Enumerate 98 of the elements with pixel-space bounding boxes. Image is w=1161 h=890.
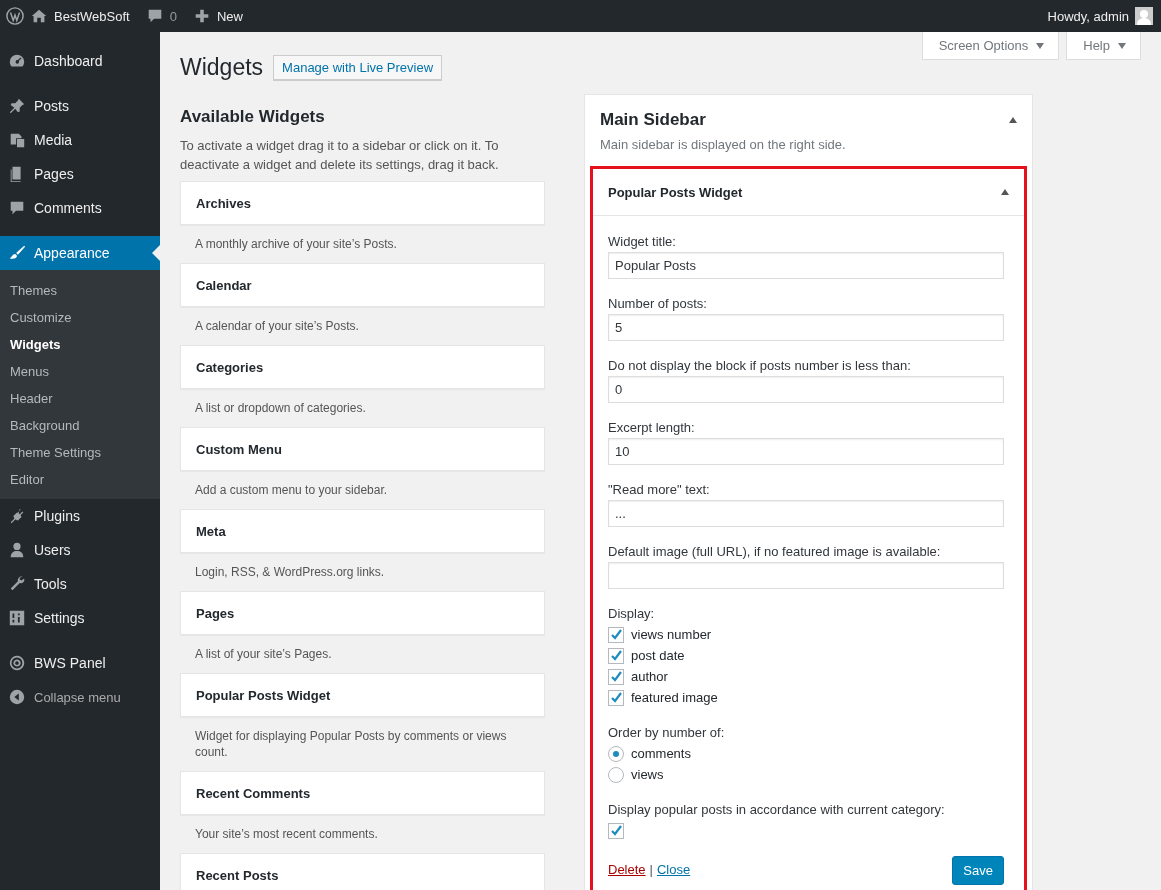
widget-item[interactable]: Categories bbox=[180, 345, 545, 389]
input-field[interactable]: 10 bbox=[608, 438, 1004, 465]
media-icon bbox=[8, 131, 26, 149]
field-label: Widget title: bbox=[608, 234, 677, 250]
submenu-item[interactable]: Header bbox=[0, 385, 160, 412]
option-label: comments bbox=[631, 746, 691, 761]
submenu-item[interactable]: Themes bbox=[0, 277, 160, 304]
collapse-menu[interactable]: Collapse menu bbox=[0, 680, 160, 714]
live-preview-button[interactable]: Manage with Live Preview bbox=[273, 54, 443, 80]
widget-item[interactable]: Calendar bbox=[180, 263, 545, 307]
menu-item[interactable]: Comments bbox=[0, 191, 160, 225]
menu-item[interactable]: Tools bbox=[0, 567, 160, 601]
field-label: Display: bbox=[608, 606, 656, 622]
checkbox[interactable] bbox=[608, 626, 624, 643]
close-link[interactable]: Close bbox=[656, 862, 691, 877]
menu-item[interactable]: Users bbox=[0, 533, 160, 567]
widget-description: Widget for displaying Popular Posts by comments or views count. bbox=[194, 728, 508, 760]
intro-text: To activate a widget drag it to a sidebar or click on it. To deactivate a widget and delete its settings, drag it back. bbox=[180, 137, 500, 174]
caret-icon bbox=[1036, 42, 1045, 49]
checkbox[interactable] bbox=[608, 689, 624, 706]
widget-description: A list of your site’s Pages. bbox=[194, 646, 333, 662]
user-icon bbox=[8, 541, 26, 559]
widget-description: A list or dropdown of categories. bbox=[194, 400, 367, 416]
menu-item[interactable]: Appearance bbox=[0, 236, 160, 270]
menu-item[interactable]: Posts bbox=[0, 89, 160, 123]
submenu-item[interactable]: Background bbox=[0, 412, 160, 439]
sidebar-description: Main sidebar is displayed on the right side. bbox=[599, 136, 847, 154]
option-label: views bbox=[631, 767, 664, 782]
widget-item[interactable]: Archives bbox=[180, 181, 545, 225]
field-label: "Read more" text: bbox=[608, 482, 711, 498]
widget-item[interactable]: Custom Menu bbox=[180, 427, 545, 471]
field-label: Display popular posts in accordance with current category: bbox=[608, 802, 946, 818]
plug-icon bbox=[8, 507, 26, 525]
brush-icon bbox=[8, 244, 26, 262]
comments-link[interactable]: 0 bbox=[145, 7, 177, 25]
radio-button[interactable] bbox=[608, 745, 624, 762]
widget-item[interactable]: Meta bbox=[180, 509, 545, 553]
section-heading: Available Widgets bbox=[180, 106, 326, 128]
sidebar-title: Main Sidebar bbox=[600, 109, 706, 131]
menu-item[interactable]: BWS Panel bbox=[0, 646, 160, 680]
collapse-arrow-icon[interactable] bbox=[1009, 117, 1017, 123]
screen-options-tab[interactable]: Screen Options bbox=[921, 32, 1060, 60]
menu-item[interactable]: Media bbox=[0, 123, 160, 157]
menu-item[interactable]: Dashboard bbox=[0, 44, 160, 78]
input-field[interactable]: 0 bbox=[608, 376, 1004, 403]
field-label: Order by number of: bbox=[608, 725, 726, 741]
collapse-arrow-icon[interactable] bbox=[1001, 189, 1009, 195]
delete-link[interactable]: Delete bbox=[608, 862, 646, 877]
input-field[interactable]: Popular Posts bbox=[608, 252, 1004, 279]
widget-description: Add a custom menu to your sidebar. bbox=[194, 482, 389, 498]
rings-icon bbox=[8, 654, 26, 672]
field-label: Excerpt length: bbox=[608, 420, 696, 436]
widget-description: Login, RSS, & WordPress.org links. bbox=[194, 564, 386, 580]
help-tab[interactable]: Help bbox=[1066, 32, 1141, 60]
wrench-icon bbox=[8, 575, 26, 593]
pin-icon bbox=[8, 97, 26, 115]
site-link[interactable]: BestWebSoft bbox=[30, 7, 130, 25]
save-button[interactable]: Save bbox=[952, 856, 1004, 885]
new-link[interactable]: New bbox=[192, 7, 243, 25]
option-label: featured image bbox=[631, 690, 718, 705]
checkbox[interactable] bbox=[608, 822, 624, 839]
submenu-item[interactable]: Menus bbox=[0, 358, 160, 385]
menu-item[interactable]: Pages bbox=[0, 157, 160, 191]
widget-item[interactable]: Pages bbox=[180, 591, 545, 635]
option-label: author bbox=[631, 669, 668, 684]
home-icon bbox=[30, 7, 48, 25]
widget-item[interactable]: Recent Comments bbox=[180, 771, 545, 815]
page-title: Widgets bbox=[180, 53, 264, 81]
caret-icon bbox=[1118, 42, 1126, 49]
field-label: Number of posts: bbox=[608, 296, 708, 312]
field-label: Default image (full URL), if no featured image is available: bbox=[608, 544, 942, 560]
input-field[interactable] bbox=[608, 562, 1004, 589]
checkbox[interactable] bbox=[608, 647, 624, 664]
sliders-icon bbox=[8, 609, 26, 627]
wordpress-logo-icon bbox=[6, 7, 24, 25]
input-field[interactable]: ... bbox=[608, 500, 1004, 527]
submenu-item[interactable]: Theme Settings bbox=[0, 439, 160, 466]
widget-item[interactable]: Popular Posts Widget bbox=[180, 673, 545, 717]
field-label: Do not display the block if posts number is less than: bbox=[608, 358, 912, 374]
menu-item[interactable]: Plugins bbox=[0, 499, 160, 533]
avatar-icon bbox=[1135, 7, 1153, 25]
submenu-item[interactable]: Editor bbox=[0, 466, 160, 493]
option-label: post date bbox=[631, 648, 685, 663]
widget-item[interactable]: Recent Posts bbox=[180, 853, 545, 890]
submenu-item[interactable]: Widgets bbox=[0, 331, 160, 358]
radio-button[interactable] bbox=[608, 766, 624, 783]
option-label: views number bbox=[631, 627, 712, 642]
link-separator: | bbox=[649, 862, 653, 877]
widget-description: Your site’s most recent comments. bbox=[194, 826, 379, 842]
greeting-link[interactable]: Howdy, admin bbox=[1047, 8, 1129, 24]
widget-description: A calendar of your site’s Posts. bbox=[194, 318, 360, 334]
menu-item[interactable]: Settings bbox=[0, 601, 160, 635]
widget-title[interactable]: Popular Posts Widget bbox=[608, 184, 743, 200]
input-field[interactable]: 5 bbox=[608, 314, 1004, 341]
submenu-item[interactable]: Customize bbox=[0, 304, 160, 331]
collapse-icon bbox=[8, 688, 26, 706]
widget-description: A monthly archive of your site’s Posts. bbox=[194, 236, 398, 252]
checkbox[interactable] bbox=[608, 668, 624, 685]
